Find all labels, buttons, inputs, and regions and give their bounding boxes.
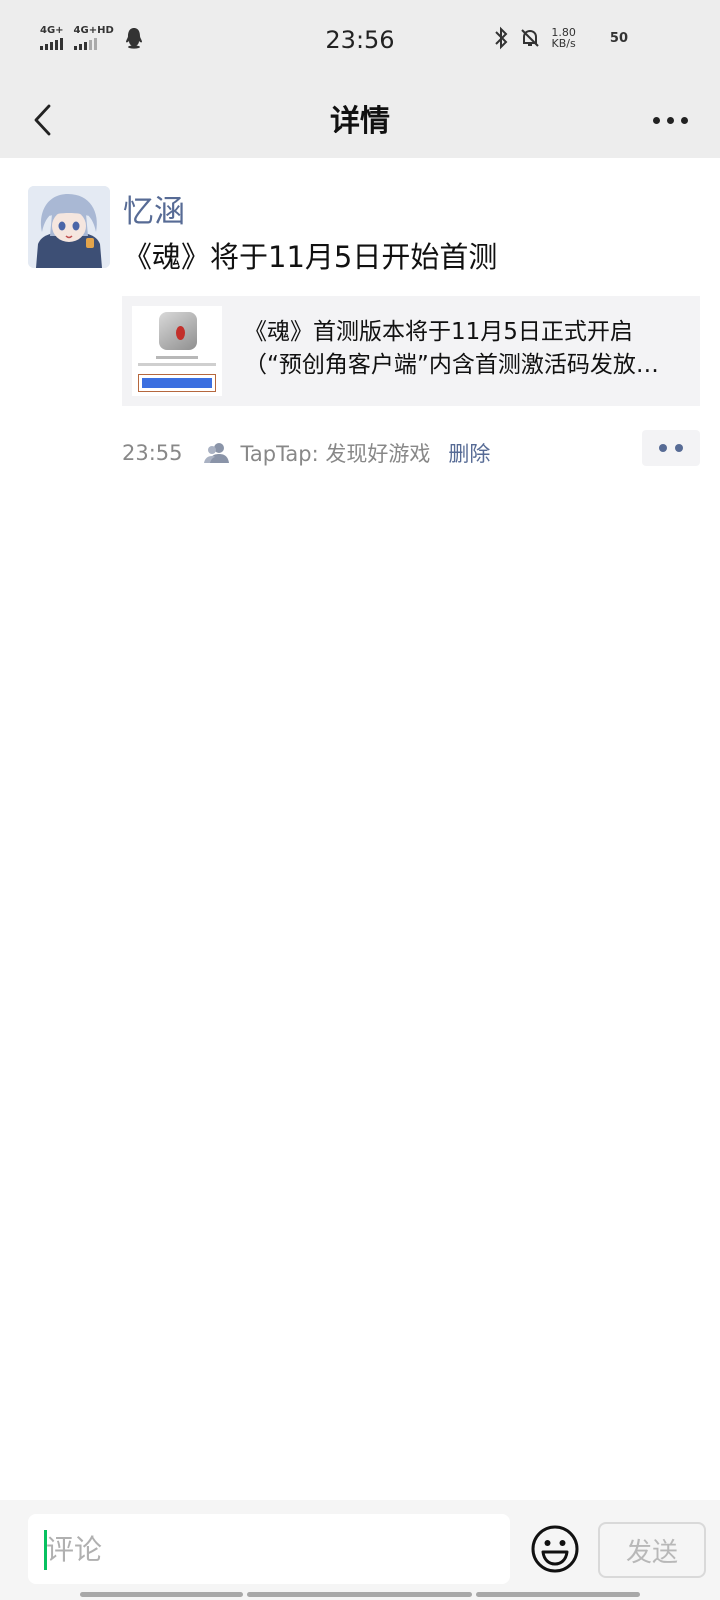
thumb-button-frame — [138, 374, 216, 392]
link-title: 《魂》首测版本将于11月5日正式开启 （“预创角客户端”内含首测激活码发放… — [244, 316, 684, 382]
title-bar: 详情 — [0, 82, 720, 158]
action-dot-icon — [675, 444, 683, 452]
network-speed: 1.80 KB/s — [551, 27, 576, 49]
moon-icon — [589, 31, 597, 45]
post-source[interactable]: TapTap: 发现好游戏 — [241, 438, 431, 468]
text-cursor — [44, 1530, 47, 1570]
status-bar: 4G+ 4G+HD 23:56 1.80 KB/s 50 — [0, 0, 720, 82]
comment-input[interactable] — [28, 1514, 510, 1584]
emoji-icon[interactable] — [530, 1524, 580, 1574]
like-comment-button[interactable] — [642, 430, 700, 466]
post-time: 23:55 — [122, 441, 183, 465]
nav-gesture-bar — [80, 1592, 243, 1597]
more-options-button[interactable] — [644, 100, 696, 140]
author-name[interactable]: 忆涵 — [123, 186, 185, 231]
network-speed-unit: KB/s — [551, 37, 576, 50]
shared-link-card[interactable]: 《魂》首测版本将于11月5日正式开启 （“预创角客户端”内含首测激活码发放… — [122, 296, 700, 406]
send-button[interactable]: 发送 — [598, 1522, 706, 1578]
battery-level: 50 — [609, 30, 628, 46]
status-right: 1.80 KB/s 50 — [493, 26, 628, 50]
avatar-image — [28, 186, 110, 268]
nav-gesture-bar — [247, 1592, 472, 1597]
link-title-line: 《魂》首测版本将于11月5日正式开启 — [244, 319, 633, 345]
page-title: 详情 — [330, 104, 390, 139]
mute-bell-icon — [521, 29, 540, 47]
action-dot-icon — [659, 444, 667, 452]
more-dot-icon — [680, 116, 688, 124]
bluetooth-icon — [495, 26, 508, 50]
nav-gesture-bar — [476, 1592, 640, 1597]
post-text: 《魂》将于11月5日开始首测 — [123, 240, 498, 274]
game-logo-icon — [159, 312, 197, 350]
link-thumbnail — [132, 306, 222, 396]
post-meta: 23:55 TapTap: 发现好游戏 删除 — [122, 438, 490, 468]
more-dot-icon — [666, 116, 674, 124]
users-icon — [203, 442, 231, 464]
more-dot-icon — [652, 116, 660, 124]
author-avatar[interactable] — [28, 186, 110, 268]
thumb-company — [138, 363, 216, 366]
comment-bar: 发送 — [0, 1500, 720, 1600]
link-title-line: （“预创角客户端”内含首测激活码发放… — [244, 352, 659, 378]
delete-link[interactable]: 删除 — [448, 438, 490, 468]
thumb-button — [142, 378, 212, 388]
thumb-app-name — [156, 356, 198, 359]
